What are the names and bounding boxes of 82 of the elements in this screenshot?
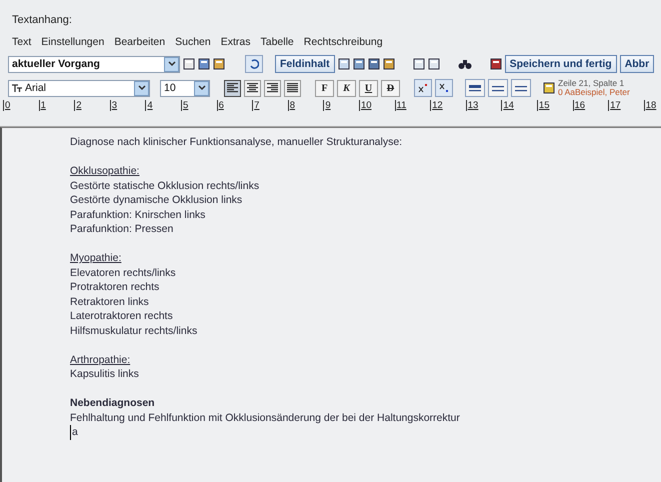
- subscript-icon: [439, 83, 449, 93]
- section-heading: Myopathie:: [70, 251, 122, 266]
- ruler-label: 18: [644, 100, 661, 111]
- caret-icon: [138, 85, 146, 91]
- section-heading: Arthropathie:: [70, 352, 132, 367]
- ruler-label: 12: [430, 100, 466, 111]
- save-and-finish-button[interactable]: Speichern und fertig: [504, 55, 617, 73]
- subscript-button[interactable]: [435, 79, 453, 97]
- menu-item[interactable]: Einstellungen: [41, 36, 104, 48]
- menu-item[interactable]: Rechtschreibung: [304, 36, 383, 48]
- ruler-label: 6: [216, 100, 252, 111]
- menu-item[interactable]: Extras: [220, 36, 250, 48]
- superscript-button[interactable]: [414, 79, 432, 97]
- text-line: Parafunktion: Pressen: [70, 222, 174, 236]
- align-button[interactable]: [284, 80, 301, 96]
- text-style-button[interactable]: K: [337, 80, 356, 96]
- ruler-label: 16: [572, 100, 608, 111]
- ruler-label: 4: [145, 100, 181, 111]
- cancel-button[interactable]: Abbr: [620, 55, 654, 73]
- ruler-label: 2: [74, 100, 110, 111]
- caret-icon: [198, 85, 206, 91]
- ruler-label: 7: [252, 100, 288, 111]
- text-line: Hilfsmuskulatur rechts/links: [70, 324, 198, 338]
- menu-item[interactable]: Text: [12, 36, 32, 48]
- window-title: Textanhang:: [11, 13, 73, 28]
- align-icon: [267, 83, 278, 93]
- ruler-label: 14: [501, 100, 537, 111]
- align-icon: [227, 83, 238, 93]
- section-heading: Okklusopathie:: [70, 164, 140, 178]
- text-line: Kapsulitis links: [70, 367, 140, 382]
- ruler-label: 1: [38, 100, 74, 111]
- text-style-button[interactable]: F: [315, 80, 334, 96]
- text-line: Retraktoren links: [70, 294, 150, 309]
- ruler-label: 9: [323, 100, 359, 111]
- menu-item[interactable]: Tabelle: [260, 36, 294, 48]
- text-line: a: [70, 425, 78, 440]
- ruler-label: 0: [3, 100, 39, 111]
- align-icon: [247, 83, 258, 93]
- text-line: Diagnose nach klinischer Funktionsanalyse, manueller Strukturanalyse:: [70, 135, 404, 150]
- ruler-label: 13: [466, 100, 502, 111]
- font-icon: [12, 84, 22, 92]
- font-size-select[interactable]: 10: [160, 80, 210, 96]
- user-name: 0 AaBeispiel, Peter: [558, 88, 630, 97]
- ruler-label: 15: [536, 100, 572, 111]
- line-spacing-button[interactable]: [511, 79, 531, 97]
- font-select[interactable]: Arial: [8, 80, 150, 96]
- text-style-button[interactable]: U: [359, 80, 378, 96]
- text-line: Gestörte statische Okklusion rechts/links: [70, 178, 260, 193]
- ruler-label: 10: [358, 100, 395, 111]
- record-select[interactable]: aktueller Vorgang: [8, 56, 180, 72]
- lines-icon: [469, 84, 481, 92]
- line-spacing-button[interactable]: [465, 79, 485, 97]
- ruler-label: 5: [180, 100, 217, 111]
- text-style-button[interactable]: D: [381, 80, 400, 96]
- lines-icon: [515, 84, 527, 92]
- undo-icon: [249, 59, 259, 69]
- undo-button[interactable]: [245, 55, 263, 73]
- ruler-label: 11: [394, 100, 430, 111]
- align-button[interactable]: [244, 80, 261, 96]
- lines-icon: [492, 84, 504, 92]
- menu-item[interactable]: Suchen: [175, 36, 211, 48]
- text-line: Gestörte dynamische Okklusion links: [70, 193, 244, 208]
- menu-item[interactable]: Bearbeiten: [114, 36, 166, 48]
- superscript-icon: [418, 83, 428, 93]
- binoculars-icon[interactable]: [458, 58, 472, 70]
- ruler-label: 8: [288, 100, 324, 111]
- cursor-position: Zeile 21, Spalte 1: [558, 79, 626, 88]
- align-button[interactable]: [224, 80, 241, 96]
- ruler-label: 3: [110, 100, 146, 111]
- text-line: Elevatoren rechts/links: [70, 266, 177, 280]
- align-button[interactable]: [264, 80, 281, 96]
- section-heading: Nebendiagnosen: [70, 396, 156, 410]
- text-line: Fehlhaltung und Fehlfunktion mit Okklusionsänderung der bei der Haltungskorrektur: [70, 410, 461, 425]
- caret-icon: [168, 61, 176, 67]
- text-line: Protraktoren rechts: [70, 280, 160, 294]
- text-line: Laterotraktoren rechts: [70, 309, 174, 324]
- field-content-button[interactable]: Feldinhalt: [275, 55, 335, 73]
- align-icon: [287, 83, 298, 93]
- document-area[interactable]: [0, 127, 661, 482]
- text-line: Parafunktion: Knirschen links: [70, 208, 206, 222]
- line-spacing-button[interactable]: [488, 79, 508, 97]
- ruler-label: 17: [608, 100, 644, 111]
